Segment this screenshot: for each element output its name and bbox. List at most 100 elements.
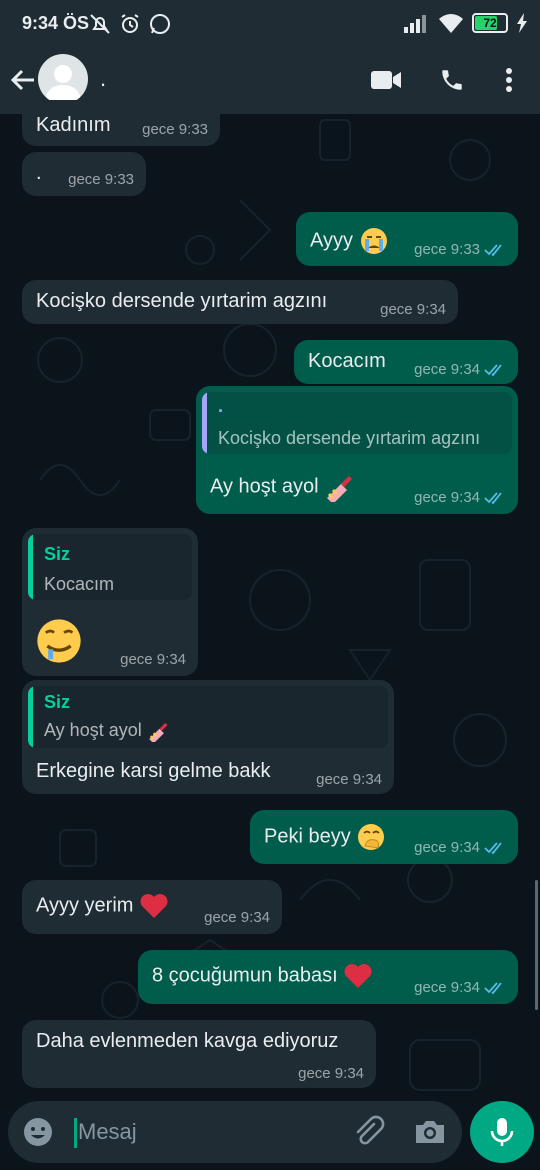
attach-icon	[356, 1115, 385, 1145]
video-call-icon	[371, 71, 401, 89]
status-time: 9:34 ÖS	[22, 13, 90, 33]
time-label: gece 9:34	[298, 1065, 364, 1082]
message-bubble-outgoing[interactable]: Kocacım gece 9:34	[294, 340, 518, 384]
time-label: gece 9:33	[68, 171, 134, 188]
message-bubble-outgoing[interactable]: Peki beyy gece 9:34	[250, 810, 518, 864]
message-content: 8 çocuğumun babası	[152, 962, 373, 990]
nail-polish-icon	[327, 476, 353, 502]
status-left-icons	[88, 12, 172, 36]
quote-bar	[28, 686, 33, 748]
time-label: gece 9:34	[204, 909, 270, 926]
muted-bell-icon	[90, 14, 110, 34]
quote-text: Ay hoşt ayol	[44, 720, 142, 740]
video-call-button[interactable]	[366, 62, 406, 98]
face-with-hand-over-mouth-icon	[358, 824, 385, 850]
camera-icon	[416, 1121, 444, 1143]
scrollbar[interactable]	[535, 880, 538, 1010]
battery-percent: 72	[483, 16, 497, 30]
message-time: gece 9:34	[380, 301, 446, 318]
read-receipt-icon	[484, 491, 502, 504]
message-content: Ayyy	[310, 226, 389, 256]
message-text: Ayyy	[310, 229, 353, 252]
message-bubble-outgoing[interactable]: Ayyy gece 9:33	[296, 212, 518, 266]
message-text: 8 çocuğumun babası	[152, 964, 338, 987]
status-right-icons: 72	[402, 12, 528, 34]
avatar-icon	[45, 65, 81, 100]
message-time: gece 9:33	[414, 241, 506, 258]
attach-button[interactable]	[350, 1114, 386, 1150]
message-bubble-incoming[interactable]: Kadınım gece 9:33	[22, 100, 220, 146]
message-content: Peki beyy	[264, 822, 386, 852]
read-receipt-icon	[484, 981, 502, 994]
time-label: gece 9:34	[380, 301, 446, 318]
message-time: gece 9:34	[414, 979, 506, 996]
phone-icon	[442, 70, 462, 90]
quote-author: .	[218, 396, 224, 416]
quoted-message[interactable]: . Kocişko dersende yırtarim agzını	[202, 392, 512, 454]
back-arrow-icon	[10, 69, 34, 91]
message-time: gece 9:34	[204, 909, 270, 926]
message-content: Ayyy yerim	[36, 892, 169, 920]
voice-call-button[interactable]	[434, 62, 470, 98]
message-text: Kocacım	[308, 350, 386, 372]
message-text: Peki beyy	[264, 825, 351, 848]
drooling-face-icon	[37, 619, 81, 663]
time-label: gece 9:34	[120, 651, 186, 668]
red-heart-icon	[344, 964, 372, 988]
time-label: gece 9:34	[414, 979, 480, 996]
more-vert-icon	[506, 68, 512, 92]
message-input[interactable]	[78, 1114, 338, 1150]
read-receipt-icon	[484, 363, 502, 376]
quote-bar	[202, 392, 207, 454]
emoji-button[interactable]	[22, 1116, 54, 1148]
wifi-icon	[439, 14, 463, 33]
camera-button[interactable]	[412, 1114, 448, 1150]
battery-icon: 72	[472, 13, 508, 33]
time-label: gece 9:34	[414, 361, 480, 378]
message-bubble-incoming[interactable]: . gece 9:33	[22, 152, 146, 196]
message-time: gece 9:33	[68, 171, 134, 188]
message-composer	[8, 1101, 462, 1163]
message-bubble-incoming[interactable]: Kocişko dersende yırtarim agzını gece 9:…	[22, 280, 458, 324]
message-text: .	[36, 162, 42, 184]
voice-message-button[interactable]	[470, 1101, 534, 1163]
back-button[interactable]	[6, 62, 40, 98]
message-time: gece 9:34	[414, 839, 506, 856]
time-label: gece 9:33	[142, 121, 208, 138]
crying-face-icon	[360, 228, 387, 254]
quoted-message[interactable]: Siz Ay hoşt ayol	[28, 686, 388, 748]
message-time: gece 9:33	[142, 121, 208, 138]
avatar[interactable]	[38, 54, 88, 104]
message-bubble-incoming-reply[interactable]: Siz Kocacım gece 9:34	[22, 528, 198, 676]
quote-author: Siz	[44, 692, 71, 712]
alarm-icon	[121, 14, 139, 33]
message-time: gece 9:34	[414, 489, 506, 506]
quote-text: Kocacım	[44, 574, 115, 594]
message-text: Kadınım	[36, 114, 111, 136]
time-label: gece 9:33	[414, 241, 480, 258]
message-time: gece 9:34	[120, 651, 186, 668]
message-time: gece 9:34	[414, 361, 506, 378]
whatsapp-icon	[150, 14, 170, 34]
time-label: gece 9:34	[316, 771, 382, 788]
more-options-button[interactable]	[494, 62, 524, 98]
message-bubble-outgoing[interactable]: 8 çocuğumun babası gece 9:34	[138, 950, 518, 1004]
read-receipt-icon	[484, 841, 502, 854]
contact-name[interactable]: .	[100, 66, 106, 92]
nail-polish-icon	[148, 723, 168, 743]
chat-screen: 9:34 ÖS 72 . Kadınım gece 9:33 . gece 9:…	[0, 0, 540, 1170]
text-cursor	[74, 1118, 77, 1148]
quoted-message[interactable]: Siz Kocacım	[28, 534, 192, 600]
message-time: gece 9:34	[316, 771, 382, 788]
emoji-icon	[24, 1118, 52, 1146]
message-content: Ay hoşt ayol	[210, 472, 354, 502]
red-heart-icon	[140, 894, 168, 918]
time-label: gece 9:34	[414, 839, 480, 856]
mic-icon	[490, 1118, 514, 1146]
message-bubble-incoming[interactable]: Daha evlenmeden kavga ediyoruz gece 9:34	[22, 1020, 376, 1088]
message-bubble-incoming[interactable]: Ayyy yerim gece 9:34	[22, 880, 282, 934]
message-bubble-outgoing-reply[interactable]: . Kocişko dersende yırtarim agzını Ay ho…	[196, 386, 518, 514]
message-text: Daha evlenmeden kavga ediyoruz	[36, 1030, 339, 1052]
message-bubble-incoming-reply[interactable]: Siz Ay hoşt ayol Erkegine karsi gelme ba…	[22, 680, 394, 794]
read-receipt-icon	[484, 243, 502, 256]
